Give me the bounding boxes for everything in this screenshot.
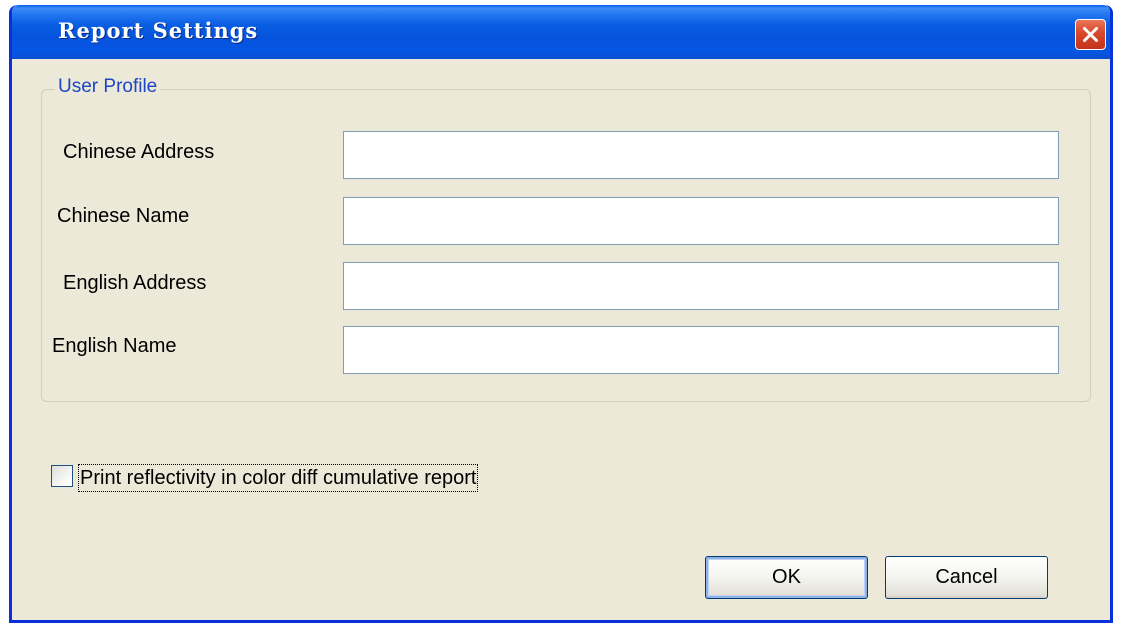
close-button[interactable] xyxy=(1075,19,1106,50)
print-reflectivity-label[interactable]: Print reflectivity in color diff cumulat… xyxy=(78,464,479,492)
window-title: Report Settings xyxy=(58,18,259,43)
user-profile-legend: User Profile xyxy=(55,75,161,99)
english-address-input[interactable] xyxy=(343,262,1059,310)
english-name-input[interactable] xyxy=(343,326,1059,374)
print-reflectivity-checkbox[interactable] xyxy=(51,465,73,487)
report-settings-dialog: Report Settings User Profile Chinese Add… xyxy=(9,5,1113,623)
close-icon xyxy=(1083,27,1098,42)
english-name-label: English Name xyxy=(52,335,177,357)
ok-button[interactable]: OK xyxy=(705,556,868,599)
chinese-address-input[interactable] xyxy=(343,131,1059,179)
title-bar[interactable]: Report Settings xyxy=(12,5,1110,59)
english-address-label: English Address xyxy=(63,272,207,294)
chinese-address-label: Chinese Address xyxy=(63,141,215,163)
cancel-button[interactable]: Cancel xyxy=(885,556,1048,599)
chinese-name-input[interactable] xyxy=(343,197,1059,245)
chinese-name-label: Chinese Name xyxy=(57,205,190,227)
